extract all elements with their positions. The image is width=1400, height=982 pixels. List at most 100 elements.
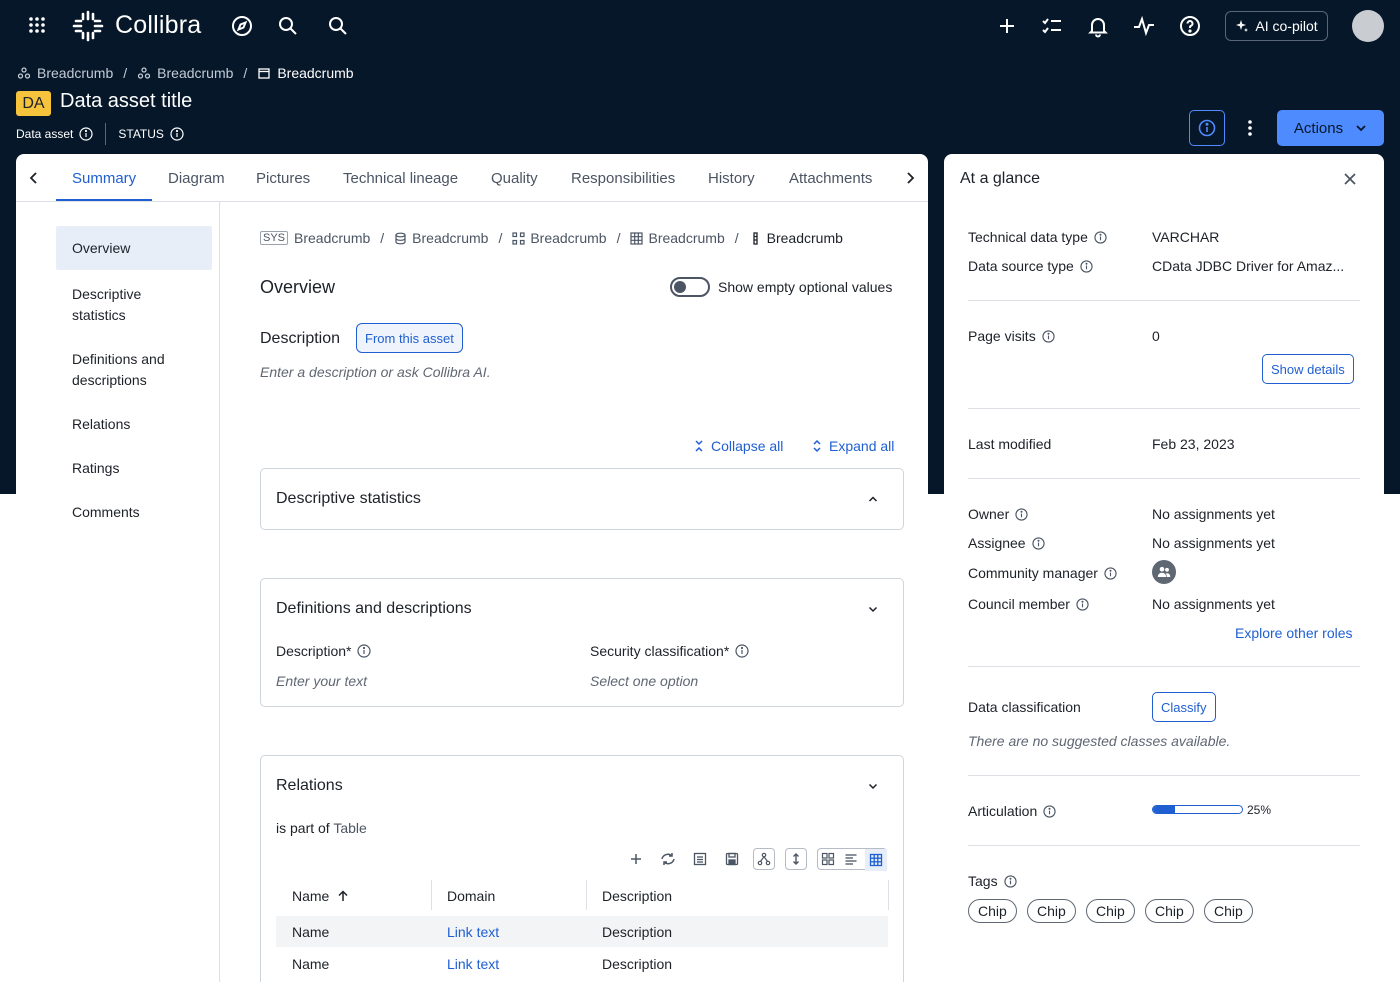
info-icon[interactable]	[1003, 874, 1017, 888]
collapse-all-label: Collapse all	[711, 438, 784, 454]
tab-responsibilities[interactable]: Responsibilities	[571, 170, 675, 187]
nav-item-ratings[interactable]: Ratings	[56, 458, 212, 479]
nav-item-overview[interactable]: Overview	[56, 226, 212, 270]
tab-summary[interactable]: Summary	[72, 170, 136, 187]
info-icon[interactable]	[357, 644, 372, 658]
tab-history[interactable]: History	[708, 170, 755, 187]
nav-item-relations[interactable]: Relations	[56, 414, 212, 435]
expand-icon	[811, 439, 823, 453]
description-field-input[interactable]: Enter your text	[276, 673, 367, 689]
save-icon[interactable]	[721, 848, 743, 870]
refresh-icon[interactable]	[657, 848, 679, 870]
cell-domain-link[interactable]: Link text	[447, 924, 499, 940]
nav-item-descriptive-statistics[interactable]: Descriptive statistics	[56, 284, 196, 326]
view-switcher	[817, 848, 887, 871]
app-grid-icon[interactable]	[26, 14, 50, 38]
tag-chip[interactable]: Chip	[968, 899, 1017, 923]
community-icon	[137, 66, 151, 80]
owner-value: No assignments yet	[1152, 506, 1275, 522]
search-icon[interactable]	[276, 14, 300, 38]
group-avatar-icon[interactable]	[1152, 560, 1176, 584]
nav-item-comments[interactable]: Comments	[56, 502, 212, 523]
breadcrumb-item[interactable]: Breadcrumb	[157, 65, 233, 81]
description-placeholder[interactable]: Enter a description or ask Collibra AI.	[260, 364, 491, 380]
app-name[interactable]: Collibra	[115, 11, 201, 40]
info-panel-toggle-button[interactable]	[1189, 110, 1225, 146]
column-icon	[749, 231, 762, 245]
tag-chip[interactable]: Chip	[1086, 899, 1135, 923]
tasks-icon[interactable]	[1040, 14, 1064, 38]
description-source-chip[interactable]: From this asset	[356, 323, 463, 353]
info-icon[interactable]	[1080, 259, 1093, 273]
column-header-name[interactable]: Name	[292, 888, 349, 904]
ai-copilot-button[interactable]: AI co-pilot	[1225, 11, 1328, 41]
bell-icon[interactable]	[1086, 14, 1110, 38]
tag-chip[interactable]: Chip	[1145, 899, 1194, 923]
chevron-down-icon[interactable]	[865, 601, 881, 617]
user-avatar[interactable]	[1352, 10, 1384, 42]
explore-roles-link[interactable]: Explore other roles	[1235, 625, 1353, 641]
info-icon[interactable]	[1042, 329, 1055, 343]
tab-diagram[interactable]: Diagram	[168, 170, 225, 187]
breadcrumb-current[interactable]: Breadcrumb	[277, 65, 353, 81]
expand-all-button[interactable]: Expand all	[811, 438, 894, 454]
add-icon[interactable]	[995, 14, 1019, 38]
info-icon[interactable]	[735, 644, 749, 658]
tag-chip[interactable]: Chip	[1204, 899, 1253, 923]
add-icon[interactable]	[625, 848, 647, 870]
show-empty-values-toggle[interactable]	[670, 277, 710, 297]
info-icon[interactable]	[1076, 597, 1089, 611]
cell-name: Name	[292, 956, 330, 972]
collapse-all-button[interactable]: Collapse all	[693, 438, 783, 454]
tag-chip[interactable]: Chip	[1027, 899, 1076, 923]
more-options-icon[interactable]	[1240, 116, 1260, 140]
help-icon[interactable]	[1178, 14, 1202, 38]
table-row[interactable]: Name Link text Description	[276, 916, 888, 947]
tab-quality[interactable]: Quality	[491, 170, 538, 187]
table-row[interactable]: Name Link text Description	[276, 948, 888, 979]
grid-view-icon[interactable]	[821, 852, 835, 866]
path-item[interactable]: Breadcrumb	[648, 230, 724, 246]
path-item[interactable]: Breadcrumb	[294, 230, 370, 246]
toggle-knob	[674, 281, 686, 293]
path-item[interactable]: Breadcrumb	[412, 230, 488, 246]
security-classification-select[interactable]: Select one option	[590, 673, 698, 689]
info-icon[interactable]	[1031, 536, 1045, 550]
chevron-down-icon[interactable]	[865, 778, 881, 794]
table-view-icon[interactable]	[865, 849, 887, 871]
actions-button[interactable]: Actions	[1277, 110, 1384, 146]
activity-icon[interactable]	[1132, 14, 1156, 38]
cell-description: Description	[602, 956, 673, 972]
info-icon[interactable]	[1104, 566, 1117, 580]
info-icon[interactable]	[170, 127, 184, 141]
breadcrumb-item[interactable]: Breadcrumb	[37, 65, 113, 81]
classify-button[interactable]: Classify	[1152, 692, 1216, 722]
list-view-icon[interactable]	[689, 848, 711, 870]
tab-attachments[interactable]: Attachments	[789, 170, 872, 187]
column-header-domain[interactable]: Domain	[447, 888, 495, 904]
advanced-search-icon[interactable]	[326, 14, 350, 38]
collibra-logo-icon[interactable]	[72, 10, 104, 42]
info-icon[interactable]	[1094, 230, 1107, 244]
show-details-button[interactable]: Show details	[1262, 354, 1354, 384]
info-icon[interactable]	[1015, 507, 1028, 521]
chevron-up-icon[interactable]	[865, 491, 881, 507]
last-modified-value: Feb 23, 2023	[1152, 436, 1235, 452]
path-item[interactable]: Breadcrumb	[530, 230, 606, 246]
hierarchy-icon[interactable]	[753, 848, 775, 870]
chevron-left-icon[interactable]	[24, 168, 44, 188]
chevron-right-icon[interactable]	[900, 168, 920, 188]
row-height-icon[interactable]	[785, 848, 807, 870]
close-icon[interactable]	[1340, 169, 1360, 189]
tab-technical-lineage[interactable]: Technical lineage	[343, 170, 458, 187]
cell-domain-link[interactable]: Link text	[447, 956, 499, 972]
info-icon[interactable]	[79, 127, 93, 141]
column-header-label: Name	[292, 888, 330, 904]
nav-item-definitions[interactable]: Definitions and descriptions	[56, 349, 206, 391]
progress-fill	[1153, 806, 1176, 813]
info-icon[interactable]	[1043, 804, 1056, 818]
compass-icon[interactable]	[230, 14, 254, 38]
text-view-icon[interactable]	[844, 852, 858, 866]
tab-pictures[interactable]: Pictures	[256, 170, 310, 187]
column-header-description[interactable]: Description	[602, 888, 672, 904]
